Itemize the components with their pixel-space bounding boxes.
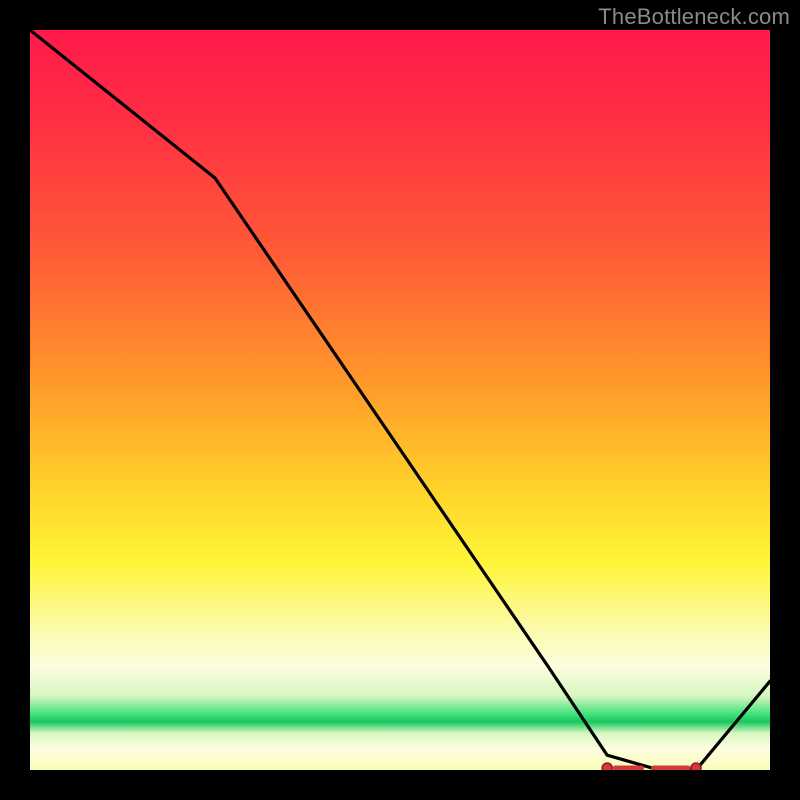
chart-frame: TheBottleneck.com	[0, 0, 800, 800]
plot-area	[30, 30, 770, 770]
optimal-marker	[602, 763, 701, 770]
attribution-text: TheBottleneck.com	[598, 4, 790, 30]
curve-path	[30, 30, 770, 770]
bottleneck-curve	[30, 30, 770, 770]
